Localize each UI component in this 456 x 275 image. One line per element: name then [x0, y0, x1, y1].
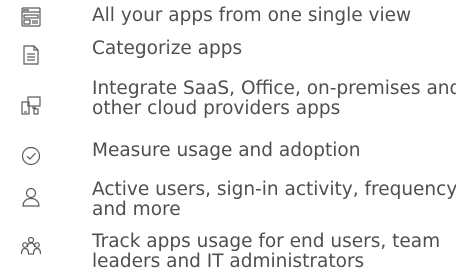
feature-text: All your apps from one single view [92, 6, 411, 26]
app-view-icon [20, 6, 42, 28]
feature-line: Track apps usage for end users, team [92, 231, 441, 252]
feature-line: other cloud providers apps [92, 98, 341, 119]
feature-line: and more [92, 199, 181, 220]
feature-list: All your apps from one single view Categ… [0, 0, 456, 275]
feature-text: Categorize apps [92, 39, 242, 59]
user-icon [20, 186, 42, 208]
feature-text: Track apps usage for end users, team lea… [92, 232, 440, 272]
people-group-icon [20, 235, 42, 257]
document-icon [20, 44, 42, 66]
feature-line: Categorize apps [92, 38, 243, 59]
feature-line: Active users, sign-in activity, frequenc… [92, 179, 456, 200]
feature-text: Active users, sign-in activity, frequenc… [92, 180, 456, 220]
feature-text: Measure usage and adoption [92, 141, 360, 161]
devices-icon [20, 94, 42, 116]
feature-line: Integrate SaaS, Office, on-premises and [92, 78, 456, 99]
checkmark-circle-icon [20, 145, 42, 167]
feature-text: Integrate SaaS, Office, on-premises and … [92, 79, 456, 119]
feature-line: Measure usage and adoption [92, 140, 361, 161]
feature-line: All your apps from one single view [92, 5, 412, 26]
feature-line: leaders and IT administrators [92, 251, 365, 272]
